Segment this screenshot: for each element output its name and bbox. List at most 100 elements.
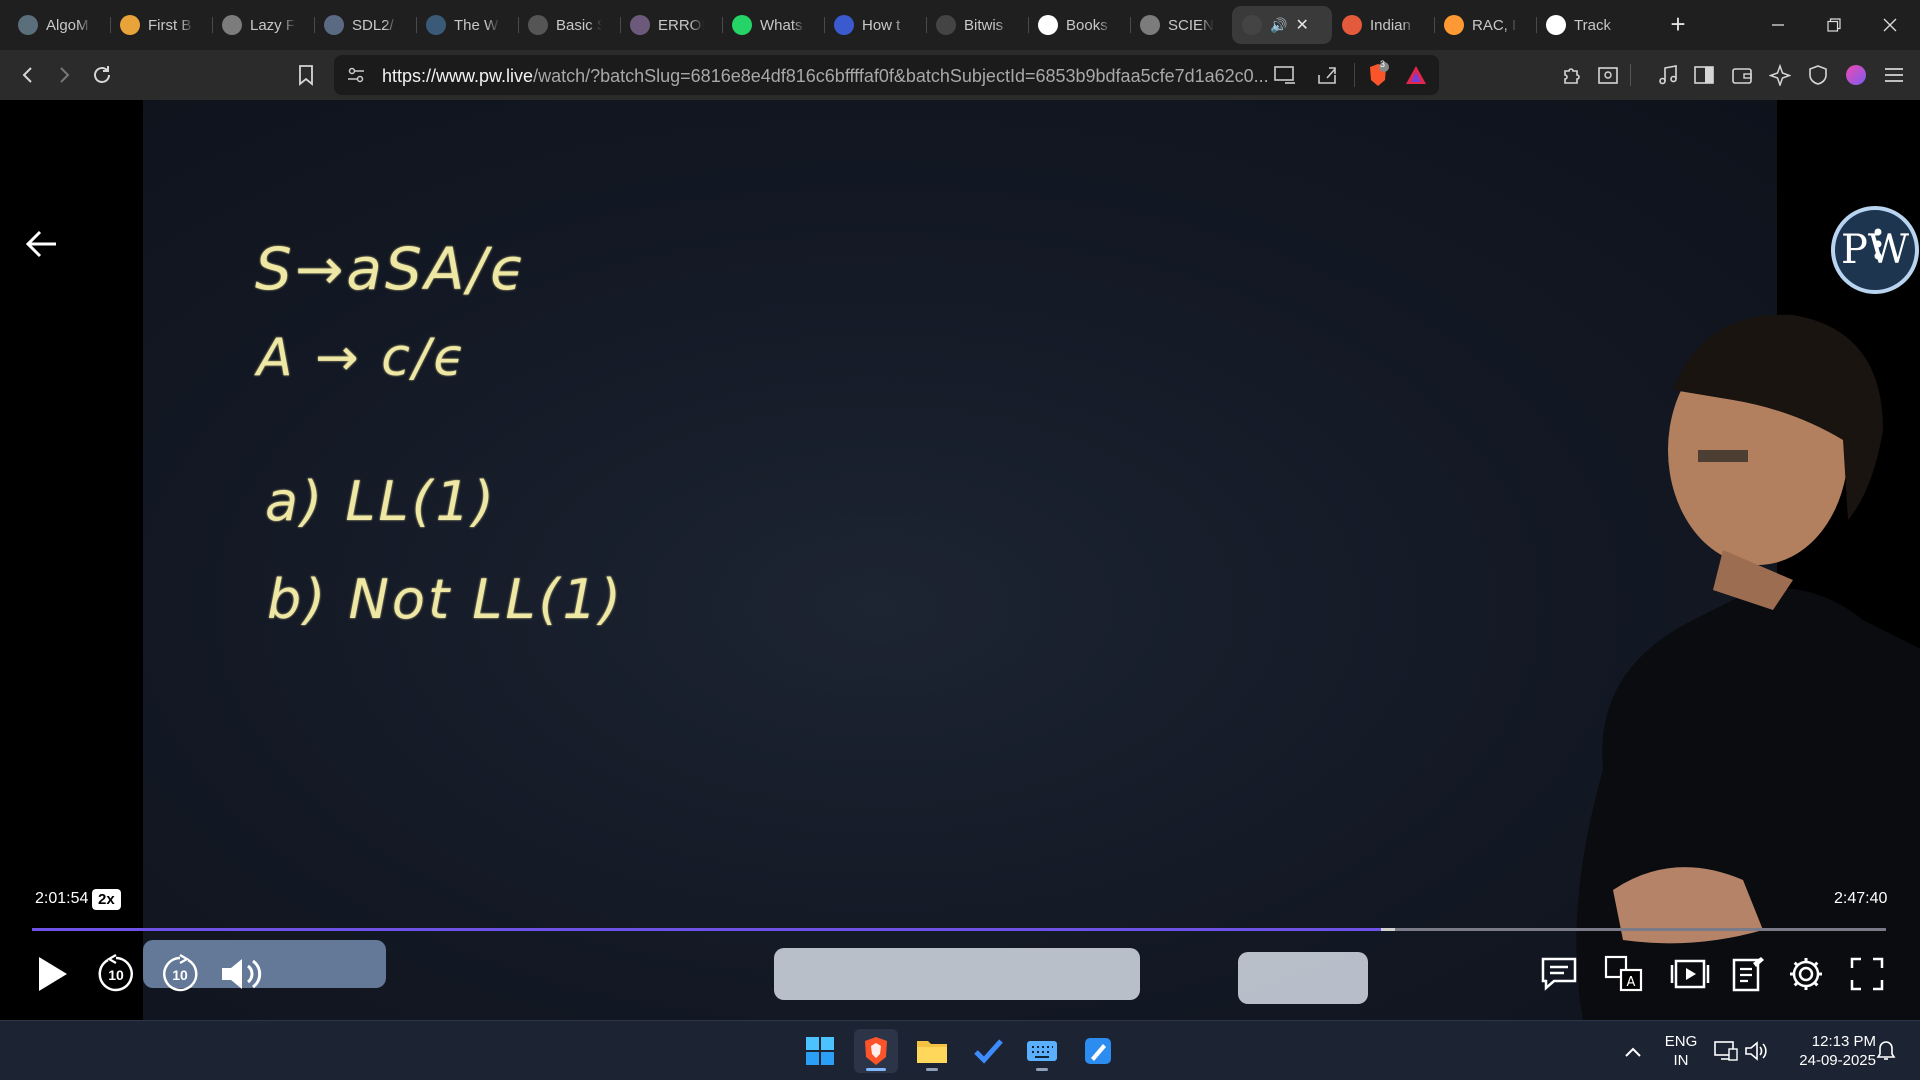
taskbar-paint[interactable]	[1076, 1029, 1120, 1073]
extensions-button[interactable]	[1552, 50, 1592, 100]
brave-icon	[865, 1037, 887, 1065]
forward-button[interactable]	[44, 50, 84, 100]
video-mode-button[interactable]	[1666, 950, 1714, 998]
pw-tab-icon	[1242, 15, 1262, 35]
browser-tab[interactable]: Indian	[1332, 6, 1434, 44]
brave-shields-icon[interactable]	[1366, 62, 1390, 88]
google-icon	[1038, 15, 1058, 35]
share-icon[interactable]	[1316, 65, 1338, 85]
brave-rewards-icon[interactable]	[1404, 64, 1428, 86]
browser-tab[interactable]: Whats	[722, 6, 824, 44]
windows-taskbar: ENG IN 12:13 PM 24-09-2025	[0, 1020, 1920, 1080]
tab-audio-icon[interactable]: 🔊	[1270, 17, 1287, 34]
browser-tab[interactable]: ERROI	[620, 6, 722, 44]
rewind-10-button[interactable]: 10	[92, 950, 140, 998]
translate-icon: A	[1604, 955, 1643, 992]
taskbar-file-explorer[interactable]	[910, 1029, 954, 1073]
restore-button[interactable]	[1806, 0, 1862, 50]
leo-ai-button[interactable]	[1760, 50, 1800, 100]
notification-bell-icon[interactable]	[1876, 1040, 1896, 1062]
media-button[interactable]	[1648, 50, 1688, 100]
code-icon	[528, 15, 548, 35]
keyboard-icon	[1027, 1041, 1057, 1061]
browser-tab[interactable]: RAC, I	[1434, 6, 1536, 44]
network-icon[interactable]	[1714, 1040, 1738, 1062]
browser-tab[interactable]: Basic S	[518, 6, 620, 44]
chat-icon	[1541, 957, 1577, 991]
chat-button[interactable]	[1535, 950, 1583, 998]
playback-speed-badge[interactable]: 2x	[92, 889, 121, 910]
close-window-button[interactable]	[1862, 0, 1918, 50]
video-player[interactable]: S→aSA/ϵ A → c/ϵ a) LL(1) b) Not LL(1) PW…	[0, 100, 1920, 1020]
tab-close-icon[interactable]: ✕	[1295, 15, 1308, 35]
browser-tab[interactable]: SCIEN	[1130, 6, 1232, 44]
menu-button[interactable]	[1874, 50, 1914, 100]
clock[interactable]: 12:13 PM 24-09-2025	[1780, 1032, 1876, 1070]
board-line-4: b) Not LL(1)	[267, 568, 624, 631]
notes-button[interactable]	[1724, 950, 1772, 998]
translate-button[interactable]: A	[1600, 950, 1648, 998]
browser-tab[interactable]: First B	[110, 6, 212, 44]
start-button[interactable]	[798, 1029, 842, 1073]
video-frame: S→aSA/ϵ A → c/ϵ a) LL(1) b) Not LL(1) PW	[143, 100, 1920, 1020]
browser-tab[interactable]: How t	[824, 6, 926, 44]
amazon-icon	[1546, 15, 1566, 35]
language-line-2: IN	[1673, 1052, 1689, 1069]
cast-icon[interactable]	[1274, 65, 1296, 85]
browser-tab[interactable]: SDL2/	[314, 6, 416, 44]
profile-button[interactable]	[1836, 50, 1876, 100]
paint-icon	[1085, 1038, 1111, 1064]
sparkle-icon	[1769, 64, 1791, 86]
browser-tab[interactable]: The W	[416, 6, 518, 44]
reader-icon	[1598, 67, 1618, 84]
url-host: https://www.pw.live	[382, 66, 534, 86]
board-line-1: S→aSA/ϵ	[255, 235, 529, 303]
wallet-button[interactable]	[1722, 50, 1762, 100]
seek-bar[interactable]	[32, 928, 1886, 931]
back-button[interactable]	[8, 50, 48, 100]
sidebar-button[interactable]	[1684, 50, 1724, 100]
restore-icon	[1827, 18, 1841, 32]
back-arrow-icon[interactable]	[22, 224, 62, 264]
browser-tab[interactable]: Track	[1536, 6, 1638, 44]
play-button[interactable]	[28, 950, 76, 998]
algo-icon	[18, 15, 38, 35]
browser-tab[interactable]: 🔊 ✕	[1232, 6, 1332, 44]
browser-tab-strip: AlgoM First B Lazy F SDL2/The W Basic S ERROI…	[0, 0, 1920, 50]
bitwise-icon	[936, 15, 956, 35]
tab-title: ERROI	[658, 16, 704, 34]
board-toolbar-center	[774, 948, 1140, 1000]
current-time: 2:01:54	[35, 890, 89, 907]
seek-bar-played	[32, 928, 1381, 931]
browser-tab[interactable]: Lazy F	[212, 6, 314, 44]
new-tab-button[interactable]: +	[1658, 6, 1698, 42]
taskbar-brave[interactable]	[854, 1029, 898, 1073]
tab-title: Indian	[1370, 16, 1411, 34]
speaker-icon[interactable]	[1744, 1040, 1768, 1062]
svg-text:A: A	[1627, 975, 1636, 990]
minimize-button[interactable]	[1750, 0, 1806, 50]
volume-button[interactable]	[218, 950, 266, 998]
settings-button[interactable]	[1782, 950, 1830, 998]
taskbar-todo[interactable]	[966, 1029, 1010, 1073]
bookmark-button[interactable]	[286, 50, 326, 100]
indian-icon	[1342, 15, 1362, 35]
address-bar[interactable]: https://www.pw.live/watch/?batchSlug=681…	[334, 55, 1439, 95]
forward-10-button[interactable]: 10	[156, 950, 204, 998]
browser-tab[interactable]: Books	[1028, 6, 1130, 44]
reader-mode-button[interactable]	[1588, 50, 1628, 100]
browser-tab[interactable]: Bitwis	[926, 6, 1028, 44]
duration: 2:47:40	[1834, 890, 1888, 907]
globe-icon	[222, 15, 242, 35]
divider	[1354, 63, 1355, 87]
chevron-up-icon[interactable]	[1623, 1045, 1643, 1059]
fullscreen-button[interactable]	[1843, 950, 1891, 998]
seek-bar-buffered	[1380, 928, 1395, 931]
language-indicator[interactable]: ENG IN	[1660, 1032, 1702, 1070]
tab-title: The W	[454, 16, 499, 34]
vpn-button[interactable]	[1798, 50, 1838, 100]
reload-button[interactable]	[82, 50, 122, 100]
more-options-icon[interactable]	[1862, 224, 1894, 264]
browser-tab[interactable]: AlgoM	[8, 6, 110, 44]
taskbar-touch-keyboard[interactable]	[1020, 1029, 1064, 1073]
